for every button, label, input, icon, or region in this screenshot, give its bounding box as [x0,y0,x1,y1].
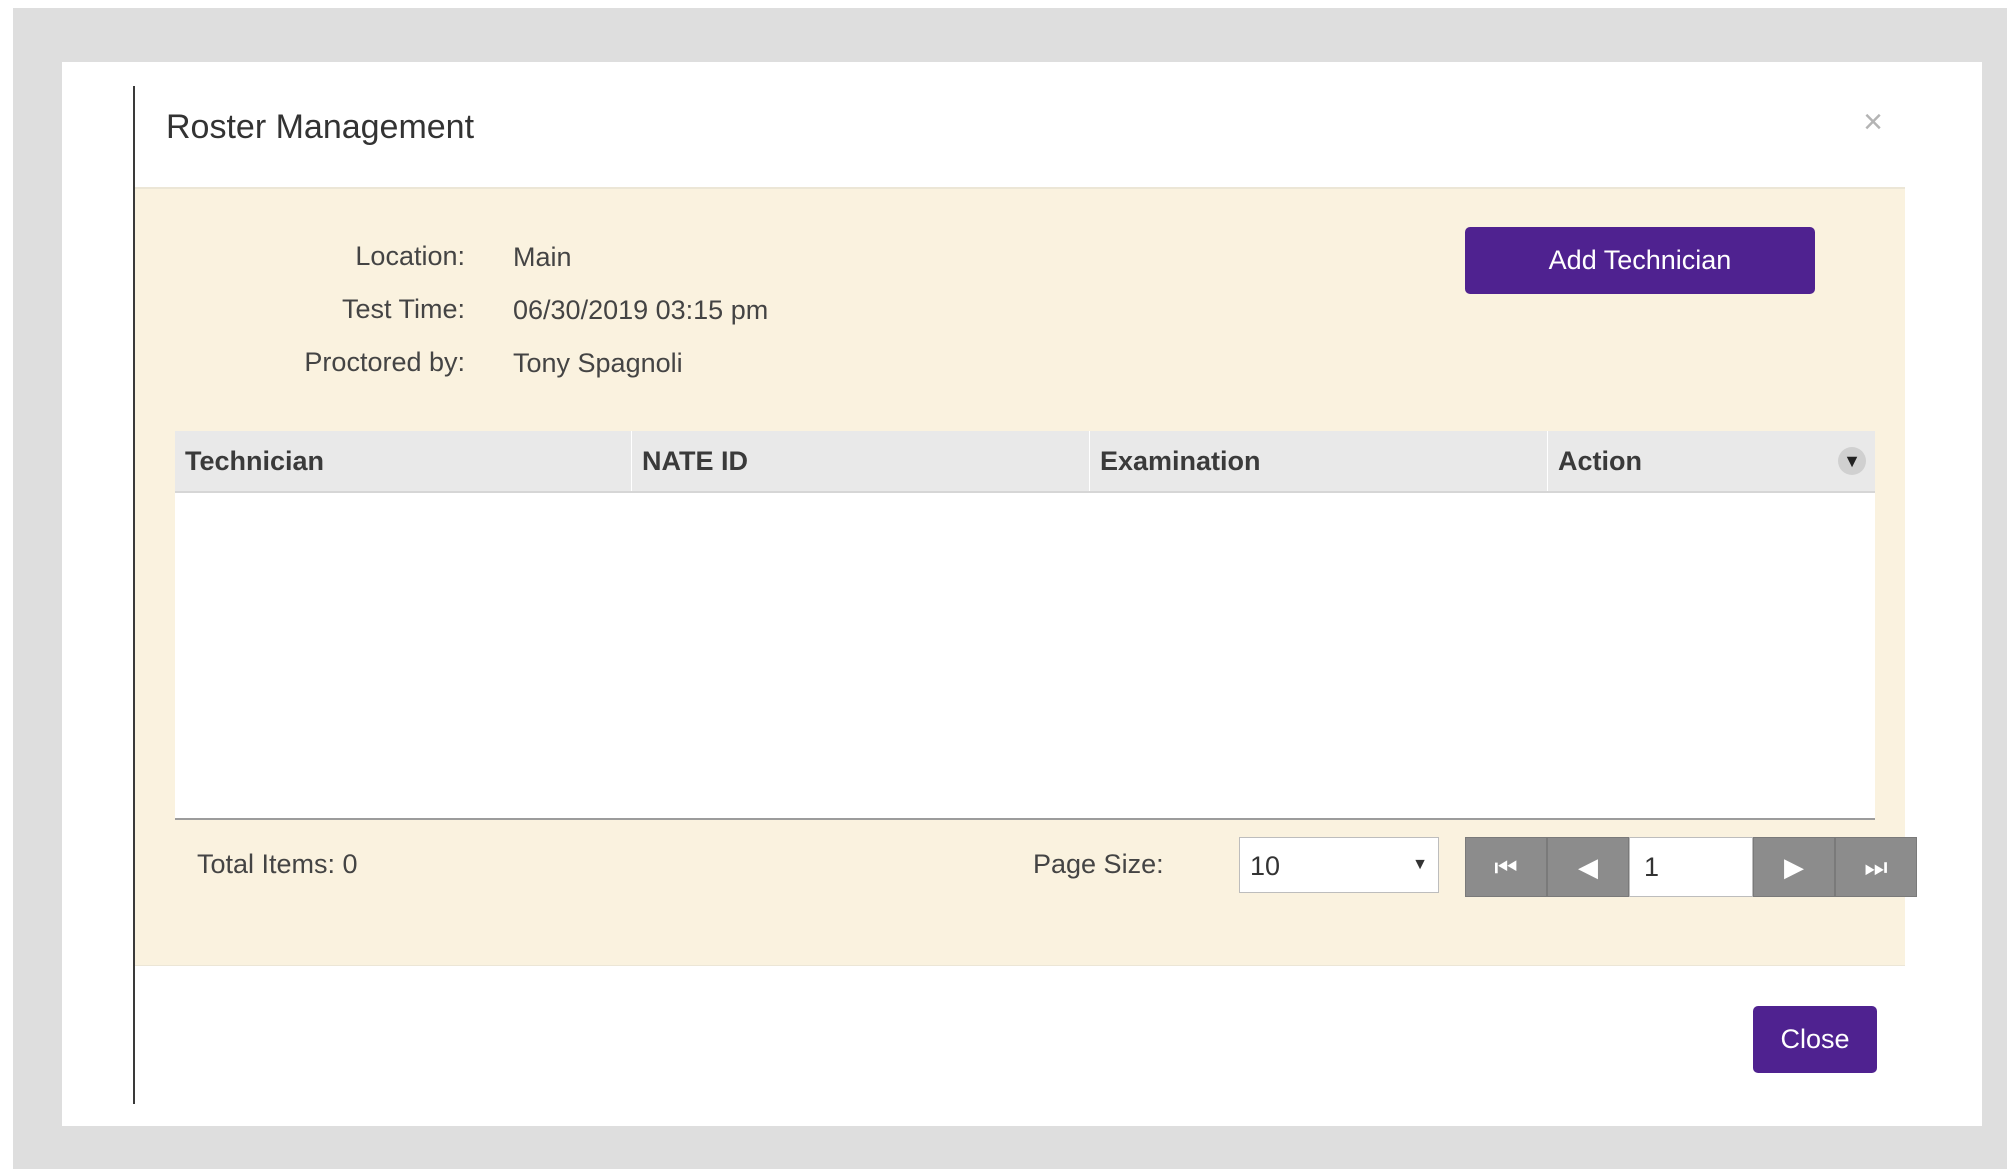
column-header-nate-id[interactable]: NATE ID [632,431,1090,491]
test-time-value: 06/30/2019 03:15 pm [513,295,769,325]
roster-management-dialog: Roster Management × Location: Main Test … [62,62,1982,1126]
column-header-action[interactable]: Action [1548,431,1875,491]
page-number-input[interactable]: 1 [1629,837,1753,897]
next-page-button[interactable]: ▶ [1753,837,1835,897]
prev-page-button[interactable]: ◀ [1547,837,1629,897]
column-header-technician[interactable]: Technician [175,431,632,491]
proctored-by-value: Tony Spagnoli [513,348,683,378]
chevron-down-icon: ▼ [1412,856,1428,873]
total-items-text: Total Items: 0 [197,849,358,879]
dialog-body: Location: Main Test Time: 06/30/2019 03:… [135,187,1917,966]
close-icon[interactable]: × [1853,102,1893,142]
proctored-by-label: Proctored by: [304,347,465,377]
first-page-button[interactable]: ⏮ [1465,837,1547,897]
location-label: Location: [355,241,465,271]
column-menu-icon[interactable]: ▼ [1838,447,1866,475]
location-value: Main [513,242,572,272]
last-page-icon: ⏭ [1864,852,1888,882]
first-page-icon: ⏮ [1494,852,1518,882]
prev-page-icon: ◀ [1578,852,1598,882]
page-size-value: 10 [1250,851,1281,881]
technician-grid: Technician NATE ID Examination Action ▼ [175,431,1875,820]
column-header-examination[interactable]: Examination [1090,431,1548,491]
last-page-button[interactable]: ⏭ [1835,837,1917,897]
test-time-label: Test Time: [341,294,465,324]
close-button[interactable]: Close [1753,1006,1877,1073]
dialog-title: Roster Management [166,108,475,146]
page-size-select[interactable]: 10 ▼ [1239,837,1439,893]
next-page-icon: ▶ [1784,852,1804,882]
grid-body-empty [175,493,1875,816]
grid-header: Technician NATE ID Examination Action ▼ [175,431,1875,493]
page-size-label: Page Size: [1033,849,1164,879]
add-technician-button[interactable]: Add Technician [1465,227,1815,294]
